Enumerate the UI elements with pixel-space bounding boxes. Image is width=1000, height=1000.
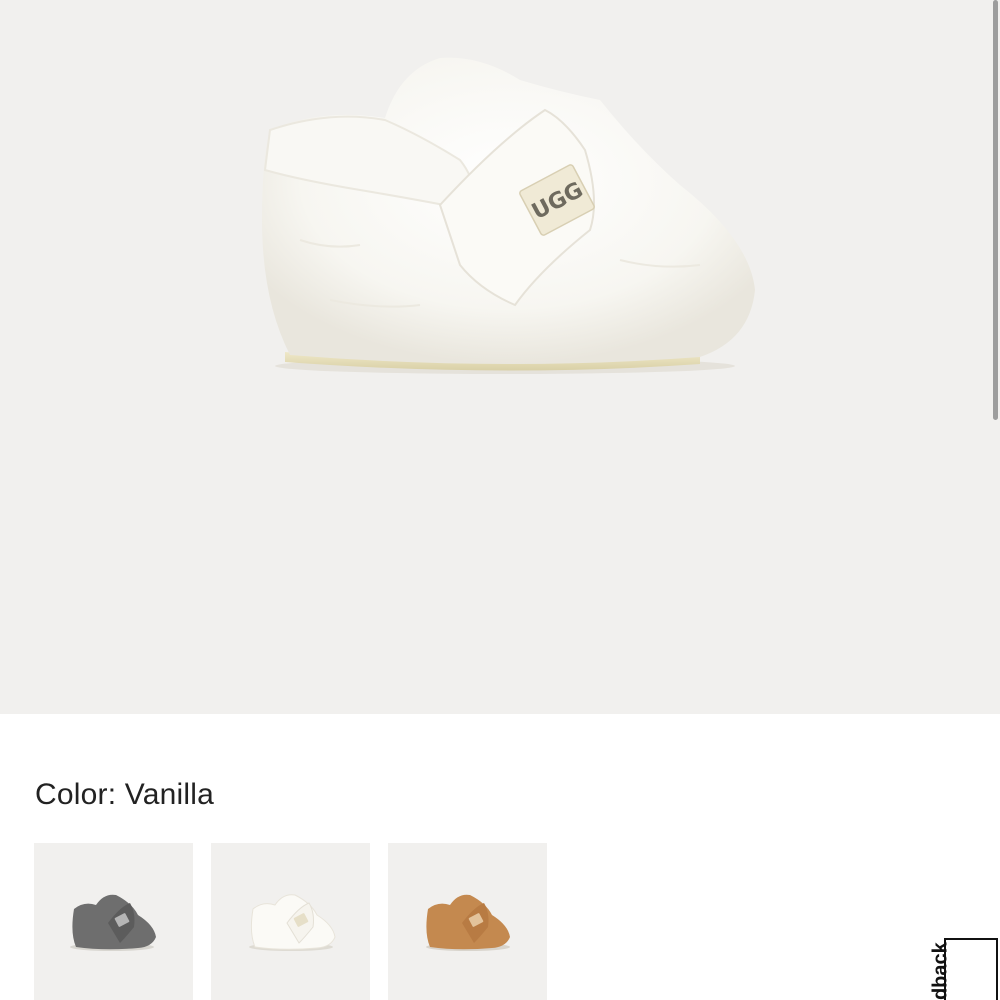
color-swatch-list <box>34 843 547 1000</box>
swatch-thumbnail <box>426 894 510 951</box>
color-swatch-charcoal[interactable] <box>34 843 193 1000</box>
feedback-label: Feedback <box>929 942 952 1000</box>
swatch-thumbnail <box>249 894 336 951</box>
color-swatch-vanilla[interactable] <box>211 843 370 1000</box>
product-image[interactable]: UGG <box>0 0 1000 714</box>
feedback-tab[interactable]: Feedback <box>930 938 998 1000</box>
bootie-illustration: UGG <box>262 57 755 374</box>
color-swatch-chestnut[interactable] <box>388 843 547 1000</box>
color-label: Color: Vanilla <box>35 778 214 811</box>
swatch-thumbnail <box>70 894 156 951</box>
product-page: UGG Color: Vanilla Feedback <box>0 0 1000 1000</box>
scrollbar[interactable] <box>993 0 998 420</box>
